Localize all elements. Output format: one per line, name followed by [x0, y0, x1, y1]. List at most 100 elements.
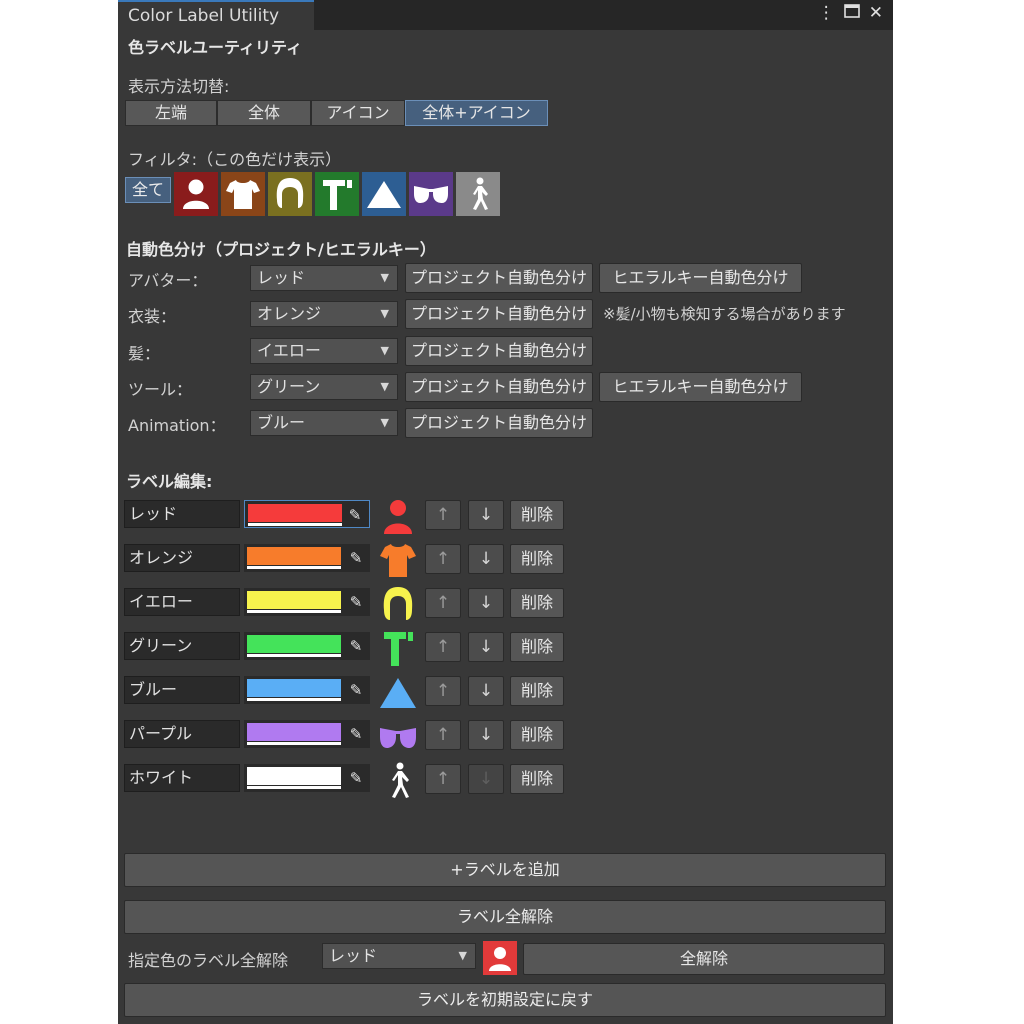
green-tool-filter-icon[interactable]	[315, 172, 359, 216]
reset-labels-button[interactable]: ラベルを初期設定に戻す	[124, 983, 886, 1017]
person-icon	[378, 496, 418, 536]
auto-costume-dropdown[interactable]: オレンジ ▼	[250, 301, 398, 327]
eyedropper-icon[interactable]: ✎	[345, 767, 367, 789]
move-up-button[interactable]: ↑	[425, 632, 461, 662]
tool-project-auto-button[interactable]: プロジェクト自動色分け	[405, 372, 593, 402]
move-down-button[interactable]: ↓	[468, 676, 504, 706]
auto-tool-dropdown[interactable]: グリーン ▼	[250, 374, 398, 400]
chevron-down-icon: ▼	[380, 380, 389, 393]
move-up-button[interactable]: ↑	[425, 500, 461, 530]
tool-icon	[378, 628, 418, 668]
filter-all-button[interactable]: 全て	[125, 177, 171, 203]
display-mode-icon[interactable]: アイコン	[311, 100, 405, 126]
move-down-button[interactable]: ↓	[468, 632, 504, 662]
auto-avatar-dropdown[interactable]: レッド ▼	[250, 265, 398, 291]
chevron-down-icon: ▼	[380, 271, 389, 284]
walker-icon	[378, 760, 418, 800]
eyedropper-icon[interactable]: ✎	[345, 591, 367, 613]
eyedropper-icon[interactable]: ✎	[345, 723, 367, 745]
color-swatch[interactable]: ✎	[244, 500, 370, 528]
color-swatch[interactable]: ✎	[244, 720, 370, 748]
auto-costume-label: 衣装：	[128, 307, 177, 326]
chevron-down-icon: ▼	[380, 307, 389, 320]
move-down-button[interactable]: ↓	[468, 720, 504, 750]
label-name-field[interactable]: ホワイト	[124, 764, 240, 792]
color-swatch[interactable]: ✎	[244, 676, 370, 704]
move-up-button[interactable]: ↑	[425, 588, 461, 618]
delete-button[interactable]: 削除	[510, 500, 564, 530]
label-name-field[interactable]: レッド	[124, 500, 240, 528]
move-down-button[interactable]: ↓	[468, 588, 504, 618]
move-up-button[interactable]: ↑	[425, 544, 461, 574]
label-name-field[interactable]: ブルー	[124, 676, 240, 704]
shirt-icon	[378, 540, 418, 580]
label-name-field[interactable]: グリーン	[124, 632, 240, 660]
clear-color-button[interactable]: 全解除	[523, 943, 885, 975]
auto-hair-label: 髪：	[128, 344, 161, 363]
eyedropper-icon[interactable]: ✎	[345, 679, 367, 701]
triangle-icon	[378, 672, 418, 712]
eyedropper-icon[interactable]: ✎	[345, 547, 367, 569]
display-mode-whole-icon[interactable]: 全体+アイコン	[405, 100, 548, 126]
auto-detect-note: ※髪/小物も検知する場合があります	[603, 305, 846, 323]
chevron-down-icon: ▼	[380, 344, 389, 357]
tool-hierarchy-auto-button[interactable]: ヒエラルキー自動色分け	[599, 372, 802, 402]
label-name-field[interactable]: オレンジ	[124, 544, 240, 572]
delete-button[interactable]: 削除	[510, 588, 564, 618]
move-down-button: ↓	[468, 764, 504, 794]
red-person-swatch-icon	[483, 941, 517, 975]
title-bar: Color Label Utility ⋮ ✕	[118, 0, 893, 30]
red-avatar-filter-icon[interactable]	[174, 172, 218, 216]
add-label-button[interactable]: +ラベルを追加	[124, 853, 886, 887]
maximize-icon[interactable]	[843, 3, 860, 23]
move-up-button[interactable]: ↑	[425, 676, 461, 706]
window-tab[interactable]: Color Label Utility	[118, 0, 314, 30]
display-mode-label: 表示方法切替:	[128, 77, 230, 96]
color-swatch[interactable]: ✎	[244, 632, 370, 660]
color-swatch[interactable]: ✎	[244, 764, 370, 792]
delete-button[interactable]: 削除	[510, 764, 564, 794]
costume-project-auto-button[interactable]: プロジェクト自動色分け	[405, 299, 593, 329]
auto-avatar-label: アバター：	[128, 271, 208, 290]
move-up-button[interactable]: ↑	[425, 764, 461, 794]
color-swatch[interactable]: ✎	[244, 588, 370, 616]
avatar-hierarchy-auto-button[interactable]: ヒエラルキー自動色分け	[599, 263, 802, 293]
page-title: 色ラベルユーティリティ	[128, 38, 303, 57]
color-swatch[interactable]: ✎	[244, 544, 370, 572]
chevron-down-icon: ▼	[458, 949, 467, 962]
menu-dots-icon[interactable]: ⋮	[818, 3, 835, 23]
auto-animation-label: Animation：	[128, 416, 226, 435]
close-icon[interactable]: ✕	[869, 3, 883, 23]
delete-button[interactable]: 削除	[510, 720, 564, 750]
blue-triangle-filter-icon[interactable]	[362, 172, 406, 216]
eyedropper-icon[interactable]: ✎	[344, 504, 366, 526]
clear-color-dropdown[interactable]: レッド ▼	[322, 943, 476, 969]
white-walker-filter-icon[interactable]	[456, 172, 500, 216]
color-label-utility-window: Color Label Utility ⋮ ✕ 色ラベルユーティリティ 表示方法…	[118, 0, 893, 1024]
hair-icon	[378, 584, 418, 624]
delete-button[interactable]: 削除	[510, 676, 564, 706]
avatar-project-auto-button[interactable]: プロジェクト自動色分け	[405, 263, 593, 293]
hair-project-auto-button[interactable]: プロジェクト自動色分け	[405, 336, 593, 366]
label-name-field[interactable]: イエロー	[124, 588, 240, 616]
auto-animation-dropdown[interactable]: ブルー ▼	[250, 410, 398, 436]
move-up-button[interactable]: ↑	[425, 720, 461, 750]
display-mode-whole[interactable]: 全体	[217, 100, 311, 126]
auto-hair-dropdown[interactable]: イエロー ▼	[250, 338, 398, 364]
label-name-field[interactable]: パープル	[124, 720, 240, 748]
move-down-button[interactable]: ↓	[468, 544, 504, 574]
delete-button[interactable]: 削除	[510, 632, 564, 662]
purple-glasses-filter-icon[interactable]	[409, 172, 453, 216]
delete-button[interactable]: 削除	[510, 544, 564, 574]
clear-by-color-label: 指定色のラベル全解除	[128, 951, 289, 970]
clear-all-labels-button[interactable]: ラベル全解除	[124, 900, 886, 934]
animation-project-auto-button[interactable]: プロジェクト自動色分け	[405, 408, 593, 438]
glasses-icon	[378, 716, 418, 756]
yellow-hair-filter-icon[interactable]	[268, 172, 312, 216]
orange-costume-filter-icon[interactable]	[221, 172, 265, 216]
label-edit-title: ラベル編集:	[126, 472, 213, 491]
move-down-button[interactable]: ↓	[468, 500, 504, 530]
auto-tool-label: ツール：	[128, 380, 193, 399]
display-mode-left[interactable]: 左端	[125, 100, 217, 126]
eyedropper-icon[interactable]: ✎	[345, 635, 367, 657]
